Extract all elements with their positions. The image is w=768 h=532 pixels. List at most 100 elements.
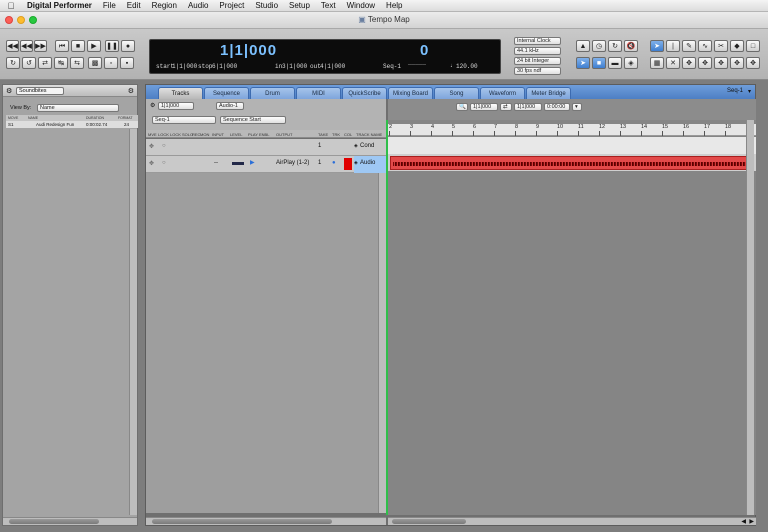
marker-tool-icon[interactable]: ◆	[730, 40, 744, 52]
tab-song[interactable]: Song	[434, 87, 479, 99]
soundbites-tab-title[interactable]: Soundbites	[16, 87, 64, 95]
grid-tool-icon[interactable]: ▦	[650, 57, 664, 69]
scissors-tool-icon[interactable]: ✂	[714, 40, 728, 52]
list-item[interactable]: S1 Audi Redesign Fun 0:00:02.74 24	[6, 121, 138, 128]
tempo-value[interactable]: 120.00	[456, 63, 478, 70]
out-value[interactable]: 4|1|000	[320, 63, 345, 70]
seq-select[interactable]: Seq-1	[152, 116, 216, 124]
soundbites-vertical-scrollbar[interactable]	[129, 129, 137, 515]
loop-icon[interactable]: ↻	[6, 57, 20, 69]
step-record-icon[interactable]: ■	[592, 57, 606, 69]
zoom-tool-icon[interactable]: ✥	[698, 57, 712, 69]
lock-icon[interactable]: ○	[162, 143, 166, 149]
menu-edit[interactable]: Edit	[122, 1, 147, 10]
wait-icon[interactable]: ⇆	[70, 57, 84, 69]
timeline-counter-3[interactable]: 0:00:00	[544, 103, 570, 111]
secondary-counter-value[interactable]: 0	[420, 42, 429, 59]
metronome-icon[interactable]: ▲	[576, 40, 590, 52]
pointer-tool-icon[interactable]: ➤	[650, 40, 664, 52]
sample-rate-select[interactable]: 44.1 kHz	[514, 47, 561, 55]
frame-rate-select[interactable]: 30 fps ndf	[514, 67, 561, 75]
overdub-icon[interactable]: ▩	[88, 57, 102, 69]
bit-depth-select[interactable]: 24 bit Integer	[514, 57, 561, 65]
audio-region[interactable]	[390, 156, 754, 170]
tab-quickscribe[interactable]: QuickScribe	[342, 87, 387, 99]
menu-file[interactable]: File	[98, 1, 122, 10]
sequence-start-select[interactable]: Sequence Start	[220, 116, 286, 124]
fast-forward-icon[interactable]: ▶▶	[34, 40, 47, 52]
view-by-select[interactable]: Name	[37, 104, 119, 112]
input-value[interactable]: --	[214, 160, 218, 166]
mute-icon[interactable]: 🔇	[624, 40, 638, 52]
menu-region[interactable]: Region	[147, 1, 183, 10]
tempo-slider-icon[interactable]: ▬	[608, 57, 622, 69]
menu-window[interactable]: Window	[342, 1, 381, 10]
playhead[interactable]	[386, 120, 388, 515]
soundbites-horizontal-scrollbar[interactable]	[3, 517, 137, 525]
clock-icon[interactable]: ◷	[592, 40, 606, 52]
take-value[interactable]: 1	[318, 143, 321, 149]
countoff-icon[interactable]: ↹	[54, 57, 68, 69]
timeline-counter-2[interactable]: 1|1|000	[514, 103, 542, 111]
close-tool-icon[interactable]: ✕	[666, 57, 680, 69]
tab-sequence[interactable]: Sequence	[204, 87, 249, 99]
scroll-thumb[interactable]	[9, 519, 99, 524]
auto-rewind-icon[interactable]: ⇄	[38, 57, 52, 69]
sequence-select[interactable]: Seq-1	[383, 63, 401, 70]
table-row[interactable]: ✥ ○ 1 ◈ Cond	[146, 139, 386, 156]
record-icon[interactable]: ●	[121, 40, 135, 52]
memory-cycle-icon[interactable]: ▪	[120, 57, 134, 69]
settings-icon[interactable]: ⚙	[150, 102, 155, 109]
nudge-tool-icon[interactable]: ✥	[714, 57, 728, 69]
zoom-in-icon[interactable]: ▶	[749, 518, 754, 525]
tab-tracks[interactable]: Tracks	[158, 87, 203, 99]
menu-project[interactable]: Project	[214, 1, 250, 10]
apple-menu-icon[interactable]: 	[0, 1, 22, 11]
timeline-ruler[interactable]: 2 3 4 5 6 7 8 9 10 11 12 13 14 15 16 17 …	[388, 124, 756, 136]
clock-source-select[interactable]: Internal Clock	[514, 37, 561, 45]
conductor-lane[interactable]	[388, 137, 756, 154]
ibeam-tool-icon[interactable]: ∣	[666, 40, 680, 52]
pause-icon[interactable]: ❚❚	[105, 40, 119, 52]
menu-audio[interactable]: Audio	[183, 1, 214, 10]
pencil-tool-icon[interactable]: ✎	[682, 40, 696, 52]
chevron-down-icon[interactable]: ▾	[572, 103, 582, 111]
tab-midi[interactable]: MIDI	[296, 87, 341, 99]
menu-text[interactable]: Text	[316, 1, 342, 10]
punch-icon[interactable]: ↺	[22, 57, 36, 69]
in-value[interactable]: 3|1|000	[282, 63, 307, 70]
timeline-horizontal-scrollbar[interactable]: ◀ ▶	[388, 517, 756, 525]
stop-value[interactable]: 6|1|000	[212, 63, 237, 70]
track-color-swatch[interactable]	[344, 158, 352, 170]
scroll-thumb[interactable]	[392, 519, 466, 524]
menu-app[interactable]: Digital Performer	[22, 1, 98, 10]
track-name[interactable]: Cond	[360, 143, 374, 149]
zoom-icon[interactable]: 🔍	[456, 103, 468, 111]
audio-lane[interactable]	[388, 154, 756, 171]
tab-drum[interactable]: Drum	[250, 87, 295, 99]
reshape-tool-icon[interactable]: ∿	[698, 40, 712, 52]
take-value[interactable]: 1	[318, 160, 321, 166]
tab-mixing-board[interactable]: Mixing Board	[388, 87, 433, 99]
move-tool-icon[interactable]: ✥	[682, 57, 696, 69]
move-handle-icon[interactable]: ✥	[149, 160, 154, 167]
output-value[interactable]: AirPlay (1-2)	[276, 160, 309, 166]
link-icon[interactable]: ⇄	[500, 103, 512, 111]
sequence-menu[interactable]: Seq-1	[727, 88, 743, 94]
track-counter-left[interactable]: 1|1|000	[158, 102, 194, 110]
track-counter-right[interactable]: Audio-1	[216, 102, 244, 110]
zoom-out-icon[interactable]: ◀	[741, 518, 746, 525]
go-to-start-icon[interactable]: ⏮	[55, 40, 69, 52]
input-icon[interactable]: ➤	[576, 57, 590, 69]
tab-waveform[interactable]: Waveform	[480, 87, 525, 99]
trim-tool-icon[interactable]: □	[746, 40, 760, 52]
conductor-icon[interactable]: ◈	[624, 57, 638, 69]
track-list-horizontal-scrollbar[interactable]	[146, 517, 386, 525]
click-icon[interactable]: ▫	[104, 57, 118, 69]
settings-icon[interactable]: ⚙	[128, 87, 134, 95]
timeline[interactable]: 2 3 4 5 6 7 8 9 10 11 12 13 14 15 16 17 …	[388, 120, 756, 515]
table-row[interactable]: ✥ ○ -- ▶ AirPlay (1-2) 1 ● ◈ Audio	[146, 156, 386, 173]
track-list-vertical-scrollbar[interactable]	[378, 173, 386, 513]
move-handle-icon[interactable]: ✥	[149, 143, 154, 150]
main-counter-value[interactable]: 1|1|000	[220, 42, 277, 59]
